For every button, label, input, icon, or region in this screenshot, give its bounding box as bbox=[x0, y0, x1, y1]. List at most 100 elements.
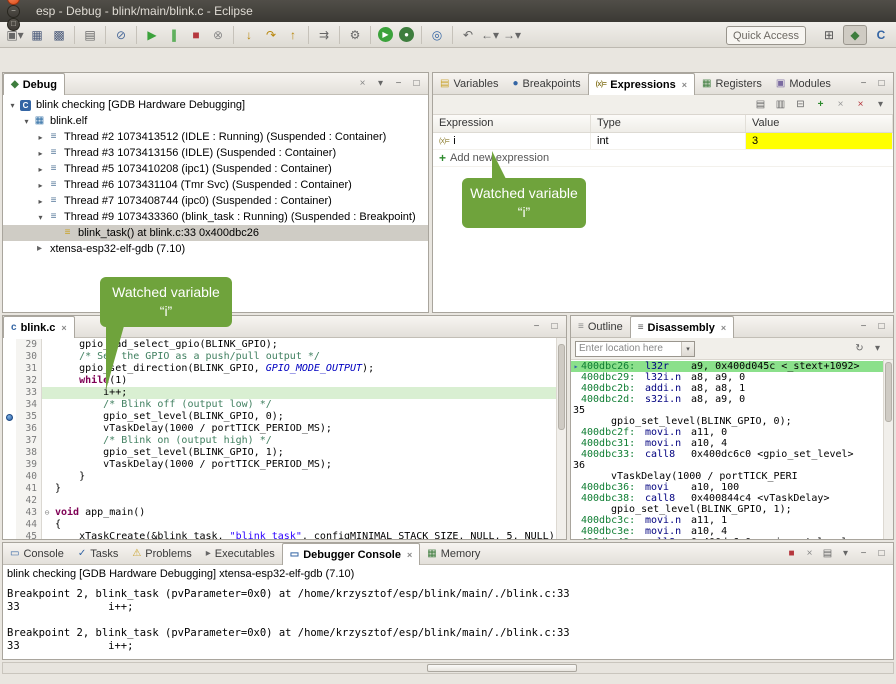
disassembly-listing[interactable]: ▸400dbc26:l32ra9, 0x400d045c <_stext+109… bbox=[571, 360, 883, 539]
editor-scrollbar-thumb[interactable] bbox=[558, 344, 565, 430]
remove-launch-button[interactable]: × bbox=[803, 549, 816, 559]
instruction-stepping-button[interactable]: ⇉ bbox=[314, 25, 334, 45]
disassembly-row[interactable]: 35 bbox=[571, 405, 883, 416]
expander-open-icon[interactable]: ▾ bbox=[7, 101, 18, 110]
skip-all-breakpoints-button[interactable]: ⊘ bbox=[111, 25, 131, 45]
debug-tree-row[interactable]: ≡blink_task() at blink.c:33 0x400dbc26 bbox=[3, 225, 428, 241]
collapse-all-button[interactable]: ⊟ bbox=[794, 100, 807, 110]
maximize-button[interactable]: □ bbox=[7, 18, 20, 31]
show-type-names-button[interactable]: ▤ bbox=[754, 100, 767, 110]
tab-breakpoints[interactable]: ●Breakpoints bbox=[506, 73, 588, 94]
terminate-button[interactable]: ■ bbox=[785, 549, 798, 559]
debug-tree-row[interactable]: ▸≡Thread #6 1073431104 (Tmr Svc) (Suspen… bbox=[3, 177, 428, 193]
close-icon[interactable]: × bbox=[721, 323, 726, 333]
disassembly-row[interactable]: 36 bbox=[571, 460, 883, 471]
tab-debug[interactable]: ◆Debug bbox=[3, 73, 65, 95]
tab-outline[interactable]: ≡Outline bbox=[571, 316, 630, 337]
editor-line[interactable]: 45 xTaskCreate(&blink_task, "blink_task"… bbox=[3, 531, 556, 539]
remove-all-terminated-button[interactable]: × bbox=[356, 79, 369, 89]
disassembly-row[interactable]: 400dbc3e:movi.na10, 4 bbox=[571, 526, 883, 537]
back-button[interactable]: ←▾ bbox=[480, 25, 500, 45]
terminate-button[interactable]: ■ bbox=[186, 25, 206, 45]
disassembly-row[interactable]: 400dbc38:call80x400844c4 <vTaskDelay> bbox=[571, 493, 883, 504]
disassembly-row[interactable]: 400dbc3c:movi.na11, 1 bbox=[571, 515, 883, 526]
maximize-icon[interactable]: □ bbox=[875, 322, 888, 332]
forward-button[interactable]: →▾ bbox=[502, 25, 522, 45]
maximize-icon[interactable]: □ bbox=[875, 79, 888, 89]
step-return-button[interactable]: ↑ bbox=[283, 25, 303, 45]
editor-line[interactable]: 38 gpio_set_level(BLINK_GPIO, 1); bbox=[3, 447, 556, 459]
editor-line[interactable]: 31 gpio_set_direction(BLINK_GPIO, GPIO_M… bbox=[3, 363, 556, 375]
expander-closed-icon[interactable]: ▸ bbox=[35, 181, 46, 190]
chevron-down-icon[interactable]: ▾ bbox=[681, 342, 694, 356]
disassembly-row[interactable]: 400dbc31:movi.na10, 4 bbox=[571, 438, 883, 449]
editor-line[interactable]: 33 i++; bbox=[3, 387, 556, 399]
minimize-icon[interactable]: − bbox=[392, 79, 405, 89]
last-edit-location-button[interactable]: ↶ bbox=[458, 25, 478, 45]
console-horizontal-scrollbar[interactable] bbox=[2, 662, 894, 674]
disassembly-row[interactable]: 400dbc2b:addi.na8, a8, 1 bbox=[571, 383, 883, 394]
disconnect-button[interactable]: ⊗ bbox=[208, 25, 228, 45]
expression-row[interactable]: (x)=iint3 bbox=[433, 133, 893, 150]
expander-closed-icon[interactable]: ▸ bbox=[35, 149, 46, 158]
editor-line[interactable]: 40 } bbox=[3, 471, 556, 483]
source-code-area[interactable]: 29 gpio_pad_select_gpio(BLINK_GPIO);30 /… bbox=[3, 338, 556, 539]
disassembly-vertical-scrollbar[interactable] bbox=[883, 360, 893, 539]
minimize-icon[interactable]: − bbox=[857, 549, 870, 559]
debug-button[interactable]: ● bbox=[399, 27, 414, 42]
view-menu-icon[interactable]: ▾ bbox=[839, 549, 852, 559]
editor-vertical-scrollbar[interactable] bbox=[556, 338, 566, 539]
minimize-icon[interactable]: − bbox=[530, 322, 543, 332]
debug-tree-row[interactable]: ▸≡Thread #7 1073408744 (ipc0) (Suspended… bbox=[3, 193, 428, 209]
view-menu-icon[interactable]: ▾ bbox=[874, 100, 887, 110]
clear-console-button[interactable]: ▤ bbox=[821, 549, 834, 559]
disassembly-row[interactable]: 400dbc36:movia10, 100 bbox=[571, 482, 883, 493]
tab-problems[interactable]: ⚠Problems bbox=[125, 543, 198, 564]
editor-line[interactable]: 44{ bbox=[3, 519, 556, 531]
editor-line[interactable]: 43⊖void app_main() bbox=[3, 507, 556, 519]
save-button[interactable]: ▦ bbox=[27, 25, 47, 45]
maximize-icon[interactable]: □ bbox=[410, 79, 423, 89]
close-button[interactable]: × bbox=[7, 0, 20, 5]
remove-all-expressions-button[interactable]: × bbox=[854, 100, 867, 110]
tab-blink-c[interactable]: cblink.c× bbox=[3, 316, 75, 338]
tab-expressions[interactable]: (x)=Expressions× bbox=[588, 73, 695, 95]
view-menu-icon[interactable]: ▾ bbox=[871, 344, 884, 354]
disassembly-row[interactable]: ▸400dbc26:l32ra9, 0x400d045c <_stext+109… bbox=[571, 361, 883, 372]
tab-executables[interactable]: ▸Executables bbox=[199, 543, 282, 564]
expander-open-icon[interactable]: ▾ bbox=[35, 213, 46, 222]
disassembly-row[interactable]: 400dbc40:call80x400dc6c0 <gpio_set_level… bbox=[571, 537, 883, 539]
minimize-icon[interactable]: − bbox=[857, 322, 870, 332]
expander-closed-icon[interactable]: ▸ bbox=[35, 165, 46, 174]
disassembly-row[interactable]: 400dbc29:l32i.na8, a9, 0 bbox=[571, 372, 883, 383]
debug-tree-row[interactable]: ▸xtensa-esp32-elf-gdb (7.10) bbox=[3, 241, 428, 257]
tab-modules[interactable]: ▣Modules bbox=[769, 73, 838, 94]
column-header-value[interactable]: Value bbox=[746, 115, 893, 132]
tab-variables[interactable]: ▤Variables bbox=[433, 73, 506, 94]
disassembly-row[interactable]: 400dbc33:call80x400dc6c0 <gpio_set_level… bbox=[571, 449, 883, 460]
debug-tree-row[interactable]: ▸≡Thread #3 1073413156 (IDLE) (Suspended… bbox=[3, 145, 428, 161]
editor-line[interactable]: 37 /* Blink on (output high) */ bbox=[3, 435, 556, 447]
editor-line[interactable]: 41} bbox=[3, 483, 556, 495]
minimize-button[interactable]: − bbox=[7, 5, 20, 18]
add-expression-button[interactable]: + bbox=[814, 100, 827, 110]
expander-closed-icon[interactable]: ▸ bbox=[35, 133, 46, 142]
maximize-icon[interactable]: □ bbox=[548, 322, 561, 332]
scrollbar-thumb[interactable] bbox=[427, 664, 577, 672]
open-perspective-button[interactable]: ⊞ bbox=[817, 25, 841, 45]
step-into-button[interactable]: ↓ bbox=[239, 25, 259, 45]
disassembly-row[interactable]: 400dbc2f:movi.na11, 0 bbox=[571, 427, 883, 438]
maximize-icon[interactable]: □ bbox=[875, 549, 888, 559]
tab-debugger-console[interactable]: ▭Debugger Console× bbox=[282, 543, 421, 565]
step-over-button[interactable]: ↷ bbox=[261, 25, 281, 45]
tab-memory[interactable]: ▦Memory bbox=[420, 543, 487, 564]
disassembly-row[interactable]: gpio_set_level(BLINK_GPIO, 0); bbox=[571, 416, 883, 427]
column-header-expression[interactable]: Expression bbox=[433, 115, 591, 132]
editor-line[interactable]: 30 /* Set the GPIO as a push/pull output… bbox=[3, 351, 556, 363]
editor-line[interactable]: 36 vTaskDelay(1000 / portTICK_PERIOD_MS)… bbox=[3, 423, 556, 435]
debug-tree-row[interactable]: ▾Cblink checking [GDB Hardware Debugging… bbox=[3, 97, 428, 113]
disassembly-row[interactable]: 400dbc2d:s32i.na8, a9, 0 bbox=[571, 394, 883, 405]
fold-collapse-icon[interactable]: ⊖ bbox=[42, 507, 52, 519]
remove-expression-button[interactable]: × bbox=[834, 100, 847, 110]
view-menu-icon[interactable]: ▾ bbox=[374, 79, 387, 89]
